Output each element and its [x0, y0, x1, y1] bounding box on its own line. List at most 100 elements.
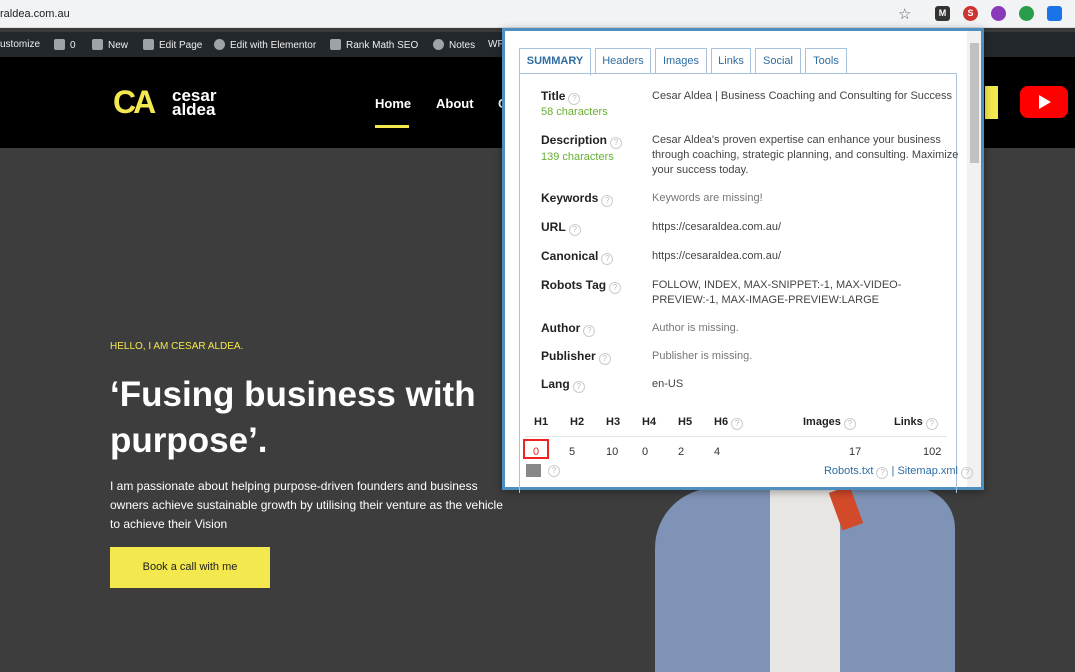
- extension-multicolor-icon[interactable]: [1019, 6, 1034, 21]
- help-icon[interactable]: ?: [731, 418, 744, 430]
- h6-header: H6?: [714, 416, 744, 430]
- author-label-text: Author: [541, 321, 581, 335]
- h3-header: H3: [606, 416, 621, 428]
- address-bar[interactable]: raldea.com.au: [0, 8, 70, 20]
- admin-elementor[interactable]: Edit with Elementor: [214, 39, 316, 51]
- canonical-label-text: Canonical: [541, 249, 599, 263]
- headings-divider: [525, 436, 947, 437]
- robots-value: FOLLOW, INDEX, MAX-SNIPPET:-1, MAX-VIDEO…: [652, 279, 902, 306]
- footer-separator: |: [891, 465, 895, 477]
- help-icon[interactable]: ?: [601, 253, 614, 265]
- help-icon[interactable]: ?: [601, 195, 614, 207]
- pencil-icon: [143, 39, 154, 50]
- help-icon[interactable]: ?: [598, 353, 611, 365]
- screen: raldea.com.au ☆ M S ustomize 0 New Edit …: [0, 0, 1075, 672]
- help-icon[interactable]: ?: [548, 465, 560, 477]
- h2-header: H2: [570, 416, 585, 428]
- notes-icon: [433, 39, 444, 50]
- help-icon[interactable]: ?: [876, 467, 889, 479]
- nav-about[interactable]: About: [436, 96, 474, 111]
- publisher-label: Publisher?: [541, 349, 611, 365]
- sitemap-xml-link[interactable]: Sitemap.xml: [897, 465, 958, 477]
- extension-seo-icon[interactable]: S: [963, 6, 978, 21]
- extension-color-icon[interactable]: [991, 6, 1006, 21]
- keywords-value: Keywords are missing!: [652, 192, 763, 204]
- help-icon[interactable]: ?: [568, 224, 581, 236]
- help-icon[interactable]: ?: [925, 418, 938, 430]
- admin-elementor-label: Edit with Elementor: [230, 40, 317, 51]
- admin-new[interactable]: New: [92, 39, 128, 51]
- h1-header: H1: [534, 416, 549, 428]
- tab-summary[interactable]: SUMMARY: [519, 48, 591, 76]
- robots-label-text: Robots Tag: [541, 278, 607, 292]
- extension-m-icon[interactable]: M: [935, 6, 950, 21]
- h3-count: 10: [606, 446, 619, 458]
- publisher-value: Publisher is missing.: [652, 350, 753, 362]
- tab-tools[interactable]: Tools: [805, 48, 847, 74]
- tab-social[interactable]: Social: [755, 48, 801, 74]
- keywords-label-text: Keywords: [541, 191, 599, 205]
- h6-count: 4: [714, 446, 721, 458]
- plus-icon: [92, 39, 103, 50]
- admin-edit-page[interactable]: Edit Page: [143, 39, 202, 51]
- admin-notes[interactable]: Notes: [433, 39, 475, 51]
- h5-count: 2: [678, 446, 685, 458]
- help-icon[interactable]: ?: [568, 93, 581, 105]
- images-header-text: Images: [803, 416, 841, 428]
- h6-header-text: H6: [714, 416, 729, 428]
- hero-headline: ‘Fusing business with purpose’.: [110, 375, 476, 460]
- lang-label: Lang?: [541, 377, 585, 393]
- h5-header: H5: [678, 416, 693, 428]
- url-value[interactable]: https://cesaraldea.com.au/: [652, 220, 962, 235]
- help-icon[interactable]: ?: [583, 325, 596, 337]
- youtube-play-icon: [1039, 95, 1051, 109]
- publisher-label-text: Publisher: [541, 349, 596, 363]
- admin-new-label: New: [108, 40, 129, 51]
- robots-txt-link[interactable]: Robots.txt: [824, 465, 874, 477]
- hero-eyebrow: HELLO, I AM CESAR ALDEA.: [110, 341, 244, 352]
- nav-home[interactable]: Home: [375, 96, 411, 111]
- elementor-icon: [214, 39, 225, 50]
- book-call-button[interactable]: Book a call with me: [110, 547, 270, 588]
- rankmath-icon: [330, 39, 341, 50]
- logo-text[interactable]: cesar aldea: [172, 87, 216, 118]
- tab-headers[interactable]: Headers: [595, 48, 651, 74]
- help-icon[interactable]: ?: [843, 418, 856, 430]
- author-value: Author is missing.: [652, 322, 739, 334]
- admin-rankmath[interactable]: Rank Math SEO: [330, 39, 418, 51]
- title-char-count: 58 characters: [541, 106, 608, 118]
- admin-comments[interactable]: 0: [54, 39, 76, 51]
- help-icon[interactable]: ?: [610, 137, 623, 149]
- h1-count: 0: [533, 446, 540, 458]
- links-header-text: Links: [894, 416, 923, 428]
- logo-mark[interactable]: CA: [113, 84, 156, 121]
- h2-count: 5: [569, 446, 576, 458]
- title-label: Title?: [541, 89, 581, 105]
- canonical-value[interactable]: https://cesaraldea.com.au/: [652, 249, 962, 264]
- help-icon[interactable]: ?: [572, 381, 585, 393]
- popup-scrollbar[interactable]: [967, 31, 981, 487]
- description-value: Cesar Aldea's proven expertise can enhan…: [652, 134, 959, 176]
- browser-toolbar: raldea.com.au ☆ M S: [0, 0, 1075, 28]
- footer-links: Robots.txt? | Sitemap.xml?: [824, 465, 973, 479]
- description-char-count: 139 characters: [541, 151, 614, 163]
- url-label: URL?: [541, 220, 581, 236]
- extension-tag-icon[interactable]: [1047, 6, 1062, 21]
- keywords-label: Keywords?: [541, 191, 614, 207]
- chart-icon[interactable]: [526, 464, 541, 477]
- admin-customize[interactable]: ustomize: [0, 39, 40, 50]
- help-icon[interactable]: ?: [609, 282, 622, 294]
- tab-images[interactable]: Images: [655, 48, 707, 74]
- bookmark-star-icon[interactable]: ☆: [898, 5, 911, 23]
- description-label-text: Description: [541, 133, 608, 147]
- comment-count: 0: [70, 40, 76, 51]
- help-icon[interactable]: ?: [961, 467, 973, 479]
- title-value: Cesar Aldea | Business Coaching and Cons…: [652, 90, 953, 102]
- robots-label: Robots Tag?: [541, 278, 622, 294]
- header-yellow-button[interactable]: [985, 86, 998, 119]
- tab-links[interactable]: Links: [711, 48, 751, 74]
- admin-edit-page-label: Edit Page: [159, 40, 203, 51]
- h4-header: H4: [642, 416, 657, 428]
- summary-panel: Title? 58 characters Cesar Aldea | Busin…: [519, 73, 958, 493]
- scrollbar-thumb[interactable]: [970, 43, 979, 163]
